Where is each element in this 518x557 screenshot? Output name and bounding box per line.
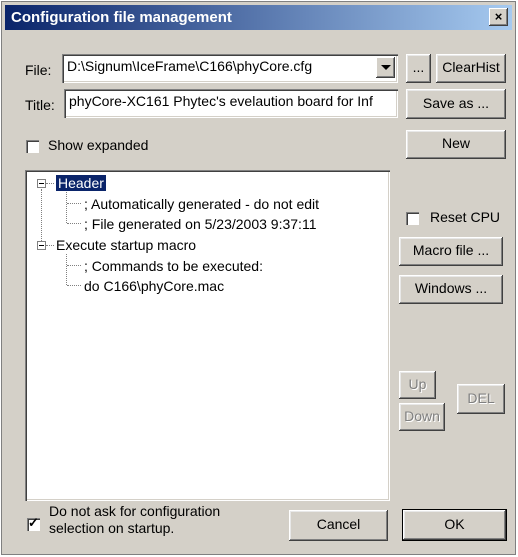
down-button[interactable]: Down [399, 403, 445, 431]
browse-button[interactable]: ... [406, 54, 431, 83]
collapse-startup-icon[interactable] [37, 241, 46, 250]
tree-connector [66, 192, 67, 223]
chevron-down-icon[interactable] [376, 57, 395, 78]
do-not-ask-line2: selection on startup. [49, 520, 175, 536]
tree-node-startup-macro[interactable]: Execute startup macro [56, 237, 196, 253]
file-combobox[interactable]: D:\Signum\IceFrame\C166\phyCore.cfg [62, 54, 398, 83]
new-button[interactable]: New [406, 130, 506, 159]
tree-connector [67, 285, 81, 286]
tree-connector [41, 189, 42, 241]
save-as-button[interactable]: Save as ... [406, 89, 506, 119]
windows-button[interactable]: Windows ... [399, 275, 503, 304]
close-button[interactable]: × [489, 8, 508, 26]
do-not-ask-label: Do not ask for configuration selection o… [49, 503, 220, 537]
title-input[interactable]: phyCore-XC161 Phytec's evelaution board … [64, 89, 398, 118]
cancel-button[interactable]: Cancel [289, 510, 388, 541]
file-label: File: [25, 62, 52, 78]
del-button[interactable]: DEL [457, 384, 505, 414]
tree-node-header[interactable]: Header [56, 175, 106, 191]
ok-button[interactable]: OK [402, 509, 507, 541]
file-value: D:\Signum\IceFrame\C166\phyCore.cfg [67, 58, 313, 74]
config-dialog: Configuration file management × File: D:… [1, 1, 516, 555]
show-expanded-checkbox[interactable] [26, 140, 39, 153]
tree-connector [46, 245, 54, 246]
checkmark-icon: ✓ [28, 515, 39, 530]
tree-connector [67, 223, 81, 224]
tree-node-header-comment-2[interactable]: ; File generated on 5/23/2003 9:37:11 [84, 216, 316, 232]
title-label: Title: [25, 97, 55, 113]
show-expanded-label: Show expanded [48, 137, 149, 153]
title-bar[interactable]: Configuration file management × [5, 5, 512, 30]
clear-hist-button[interactable]: ClearHist [436, 54, 506, 83]
tree-node-startup-command[interactable]: do C166\phyCore.mac [84, 278, 224, 294]
tree-connector [46, 183, 54, 184]
do-not-ask-checkbox[interactable]: ✓ [27, 515, 40, 531]
window-title: Configuration file management [11, 9, 232, 26]
up-button[interactable]: Up [399, 371, 436, 399]
reset-cpu-checkbox[interactable] [406, 212, 419, 225]
tree-node-startup-comment[interactable]: ; Commands to be executed: [84, 258, 263, 274]
tree-connector [66, 254, 67, 285]
do-not-ask-line1: Do not ask for configuration [49, 503, 221, 519]
tree-node-header-comment-1[interactable]: ; Automatically generated - do not edit [84, 196, 319, 212]
config-tree[interactable]: Header ; Automatically generated - do no… [25, 170, 390, 501]
tree-connector [67, 265, 81, 266]
collapse-header-icon[interactable] [37, 179, 46, 188]
macro-file-button[interactable]: Macro file ... [399, 237, 503, 266]
tree-connector [67, 203, 81, 204]
reset-cpu-label: Reset CPU [430, 209, 501, 225]
